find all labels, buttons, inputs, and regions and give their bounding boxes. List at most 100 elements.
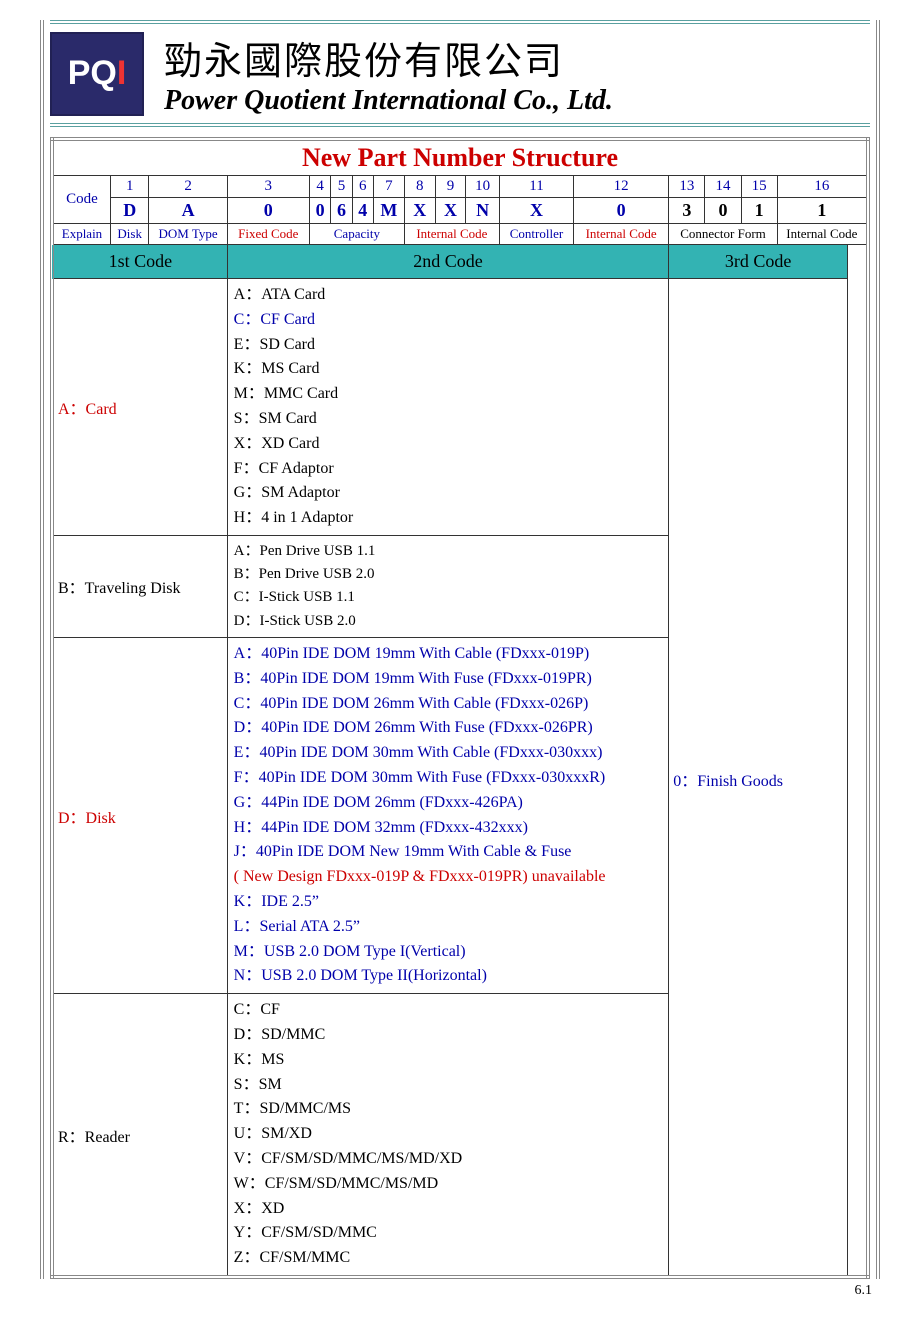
list-item: A：ATA Card	[234, 283, 663, 308]
row-r-items: C：CFD：SD/MMCK：MSS：SMT：SD/MMC/MSU：SM/XDV：…	[227, 994, 669, 1277]
list-item: D：40Pin IDE DOM 26mm With Fuse (FDxxx-02…	[234, 716, 663, 741]
company-name-cjk: 勁永國際股份有限公司	[164, 30, 613, 85]
row-d-label: D：Disk	[52, 637, 227, 993]
list-item: D：I-Stick USB 2.0	[234, 610, 663, 633]
logo-text-pq: PQ	[68, 54, 117, 93]
val-9: X	[435, 198, 466, 224]
list-item: A：40Pin IDE DOM 19mm With Cable (FDxxx-0…	[234, 642, 663, 667]
val-2: A	[149, 198, 227, 224]
val-12: 0	[574, 198, 669, 224]
pos-11: 11	[499, 176, 573, 198]
list-item: ( New Design FDxxx-019P & FDxxx-019PR) u…	[234, 865, 663, 890]
list-item: X：XD Card	[234, 432, 663, 457]
pqi-logo: PQI	[50, 32, 144, 116]
list-item: M：MMC Card	[234, 382, 663, 407]
list-item: B：40Pin IDE DOM 19mm With Fuse (FDxxx-01…	[234, 667, 663, 692]
section-1st-code: 1st Code	[52, 245, 227, 279]
page-number: 6.1	[40, 1279, 880, 1299]
list-item: V：CF/SM/SD/MMC/MS/MD/XD	[234, 1147, 663, 1172]
list-item: N：USB 2.0 DOM Type II(Horizontal)	[234, 964, 663, 989]
list-item: E：SD Card	[234, 333, 663, 358]
exp-internal2: Internal Code	[574, 224, 669, 245]
list-item: W：CF/SM/SD/MMC/MS/MD	[234, 1172, 663, 1197]
exp-capacity: Capacity	[309, 224, 404, 245]
document-header: PQI 勁永國際股份有限公司 Power Quotient Internatio…	[50, 20, 870, 127]
pos-7: 7	[373, 176, 404, 198]
pos-1: 1	[110, 176, 149, 198]
row-b-items: A：Pen Drive USB 1.1B：Pen Drive USB 2.0C：…	[227, 535, 669, 637]
val-16: 1	[777, 198, 868, 224]
list-item: L：Serial ATA 2.5”	[234, 915, 663, 940]
val-6: 4	[352, 198, 373, 224]
list-item: K：IDE 2.5”	[234, 890, 663, 915]
val-8: X	[404, 198, 435, 224]
code-label: Code	[52, 176, 110, 224]
row-a-label: A：Card	[52, 279, 227, 536]
pos-10: 10	[466, 176, 500, 198]
pos-2: 2	[149, 176, 227, 198]
list-item: Y：CF/SM/SD/MMC	[234, 1221, 663, 1246]
exp-controller: Controller	[499, 224, 573, 245]
pos-5: 5	[331, 176, 352, 198]
list-item: K：MS Card	[234, 357, 663, 382]
list-item: M：USB 2.0 DOM Type I(Vertical)	[234, 940, 663, 965]
company-name-eng: Power Quotient International Co., Ltd.	[164, 85, 613, 117]
table-title: New Part Number Structure	[52, 139, 868, 176]
pos-12: 12	[574, 176, 669, 198]
val-7: M	[373, 198, 404, 224]
list-item: A：Pen Drive USB 1.1	[234, 540, 663, 563]
list-item: G：44Pin IDE DOM 26mm (FDxxx-426PA)	[234, 791, 663, 816]
list-item: X：XD	[234, 1197, 663, 1222]
list-item: S：SM	[234, 1073, 663, 1098]
row-a-items: A：ATA CardC：CF CardE：SD CardK：MS CardM：M…	[227, 279, 669, 536]
val-10: N	[466, 198, 500, 224]
list-item: K：MS	[234, 1048, 663, 1073]
row-b-label: B：Traveling Disk	[52, 535, 227, 637]
exp-fixed: Fixed Code	[227, 224, 309, 245]
logo-text-i: I	[117, 54, 126, 93]
pos-15: 15	[741, 176, 777, 198]
list-item: H：44Pin IDE DOM 32mm (FDxxx-432xxx)	[234, 816, 663, 841]
val-15: 1	[741, 198, 777, 224]
list-item: C：CF Card	[234, 308, 663, 333]
row-r-label: R：Reader	[52, 994, 227, 1277]
list-item: B：Pen Drive USB 2.0	[234, 563, 663, 586]
val-3: 0	[227, 198, 309, 224]
list-item: C：CF	[234, 998, 663, 1023]
pos-16: 16	[777, 176, 868, 198]
exp-internal3: Internal Code	[777, 224, 868, 245]
exp-connector: Connector Form	[669, 224, 778, 245]
list-item: U：SM/XD	[234, 1122, 663, 1147]
list-item: D：SD/MMC	[234, 1023, 663, 1048]
part-number-table: New Part Number Structure Code 1 2 3 4 5…	[50, 137, 870, 1279]
pos-9: 9	[435, 176, 466, 198]
third-code-content: 0：Finish Goods	[669, 279, 848, 1277]
pos-13: 13	[669, 176, 705, 198]
list-item: E：40Pin IDE DOM 30mm With Cable (FDxxx-0…	[234, 741, 663, 766]
pos-3: 3	[227, 176, 309, 198]
list-item: T：SD/MMC/MS	[234, 1097, 663, 1122]
val-14: 0	[705, 198, 741, 224]
list-item: J：40Pin IDE DOM New 19mm With Cable & Fu…	[234, 840, 663, 865]
exp-internal1: Internal Code	[404, 224, 499, 245]
pos-14: 14	[705, 176, 741, 198]
pos-6: 6	[352, 176, 373, 198]
list-item: Z：CF/SM/MMC	[234, 1246, 663, 1271]
exp-disk: Disk	[110, 224, 149, 245]
section-3rd-code: 3rd Code	[669, 245, 848, 279]
row-d-items: A：40Pin IDE DOM 19mm With Cable (FDxxx-0…	[227, 637, 669, 993]
pos-4: 4	[309, 176, 330, 198]
pos-8: 8	[404, 176, 435, 198]
list-item: G：SM Adaptor	[234, 481, 663, 506]
val-1: D	[110, 198, 149, 224]
list-item: C：40Pin IDE DOM 26mm With Cable (FDxxx-0…	[234, 692, 663, 717]
exp-domtype: DOM Type	[149, 224, 227, 245]
val-4: 0	[309, 198, 330, 224]
list-item: F：40Pin IDE DOM 30mm With Fuse (FDxxx-03…	[234, 766, 663, 791]
list-item: H：4 in 1 Adaptor	[234, 506, 663, 531]
list-item: F：CF Adaptor	[234, 457, 663, 482]
val-13: 3	[669, 198, 705, 224]
list-item: C：I-Stick USB 1.1	[234, 586, 663, 609]
explain-label: Explain	[52, 224, 110, 245]
section-2nd-code: 2nd Code	[227, 245, 669, 279]
